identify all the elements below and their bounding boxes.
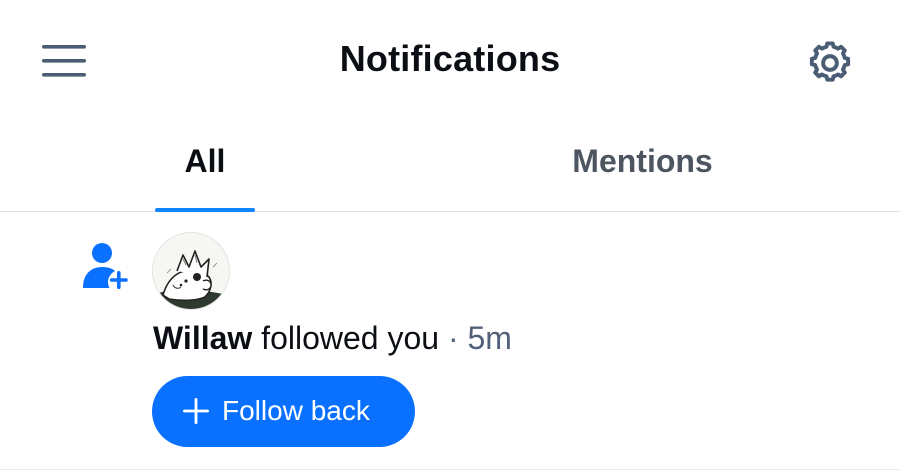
tab-mentions-label: Mentions xyxy=(572,143,713,179)
notification-item[interactable]: Willaw followed you · 5m Follow back xyxy=(0,212,900,470)
avatar[interactable] xyxy=(152,232,230,310)
notification-time: 5m xyxy=(467,320,512,356)
page-title: Notifications xyxy=(339,38,561,79)
notification-tabs: All Mentions xyxy=(0,120,900,212)
follow-back-button[interactable]: Follow back xyxy=(152,376,415,447)
notification-type xyxy=(80,240,132,294)
notifications-screen: Notifications All Mentions Willaw follow… xyxy=(0,0,900,475)
avatar-image xyxy=(153,233,229,309)
settings-button[interactable] xyxy=(805,38,855,88)
separator-dot: · xyxy=(447,320,459,356)
tab-all[interactable]: All xyxy=(155,120,255,212)
tab-mentions[interactable]: Mentions xyxy=(540,120,745,211)
follow-back-label: Follow back xyxy=(222,395,370,426)
person-add-icon xyxy=(83,243,128,289)
tab-all-label: All xyxy=(184,143,226,179)
top-bar: Notifications xyxy=(0,0,900,120)
notification-action: followed you xyxy=(261,320,440,356)
author-name[interactable]: Willaw xyxy=(153,320,252,356)
plus-icon xyxy=(183,398,209,424)
notification-text: Willaw followed you · 5m xyxy=(153,320,512,357)
gear-icon xyxy=(809,41,851,82)
